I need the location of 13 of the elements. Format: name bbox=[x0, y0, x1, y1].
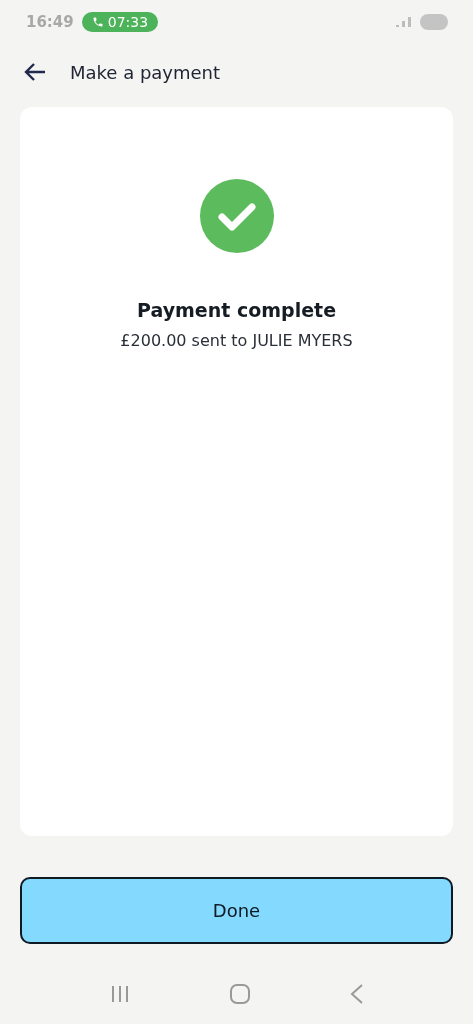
phone-icon bbox=[91, 16, 104, 28]
home-icon[interactable] bbox=[228, 984, 251, 1004]
result-title: Payment complete bbox=[137, 299, 336, 321]
signal-icon bbox=[396, 17, 411, 27]
back-arrow-icon[interactable] bbox=[24, 63, 46, 81]
status-time: 16:49 bbox=[26, 13, 74, 31]
success-check-icon bbox=[199, 179, 274, 253]
result-message: £200.00 sent to JULIE MYERS bbox=[120, 331, 353, 350]
done-button[interactable]: Done bbox=[20, 877, 453, 944]
battery-icon bbox=[419, 13, 451, 31]
page-title: Make a payment bbox=[70, 61, 221, 83]
back-icon[interactable] bbox=[349, 984, 364, 1004]
recent-apps-icon[interactable] bbox=[109, 985, 130, 1003]
